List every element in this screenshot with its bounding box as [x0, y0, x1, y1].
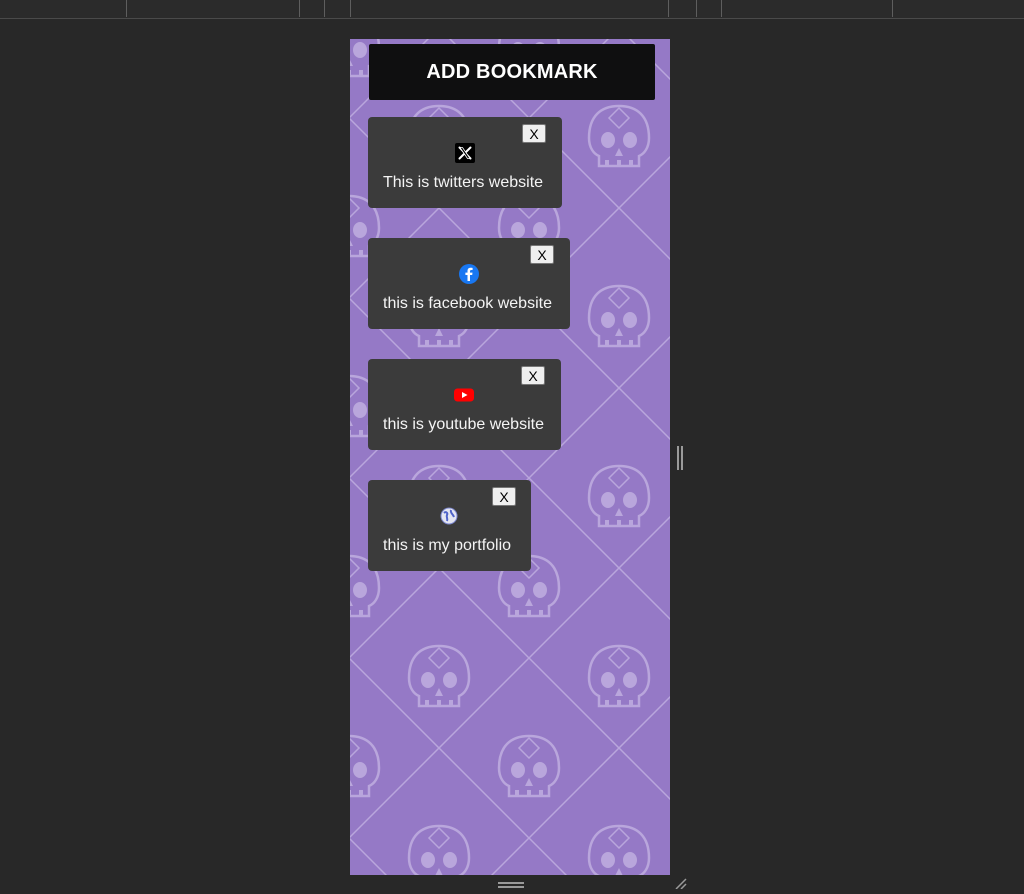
- viewport-height-resize-handle[interactable]: [498, 880, 524, 888]
- bookmark-title[interactable]: this is youtube website: [383, 416, 544, 434]
- remove-bookmark-button[interactable]: X: [522, 124, 546, 143]
- globe-icon: [439, 506, 459, 526]
- facebook-logo-icon: [459, 264, 479, 284]
- add-bookmark-button[interactable]: ADD BOOKMARK: [369, 44, 655, 100]
- remove-bookmark-button[interactable]: X: [521, 366, 545, 385]
- remove-bookmark-button[interactable]: X: [492, 487, 516, 506]
- bookmark-card-youtube[interactable]: X this is youtube website: [368, 359, 561, 450]
- remove-bookmark-button[interactable]: X: [530, 245, 554, 264]
- youtube-logo-icon: [454, 385, 474, 405]
- viewport-width-resize-handle[interactable]: [677, 446, 683, 470]
- devtools-ruler: [0, 0, 1024, 19]
- device-viewport: ADD BOOKMARK X This is twitters website …: [350, 39, 670, 875]
- x-logo-icon: [455, 143, 475, 163]
- bookmark-title[interactable]: This is twitters website: [383, 174, 543, 192]
- viewport-corner-resize-handle[interactable]: [674, 876, 688, 890]
- bookmark-title[interactable]: this is my portfolio: [383, 537, 511, 555]
- bookmark-card-facebook[interactable]: X this is facebook website: [368, 238, 570, 329]
- bookmark-card-twitter[interactable]: X This is twitters website: [368, 117, 562, 208]
- bookmark-card-portfolio[interactable]: X this is my portfolio: [368, 480, 531, 571]
- bookmark-title[interactable]: this is facebook website: [383, 295, 552, 313]
